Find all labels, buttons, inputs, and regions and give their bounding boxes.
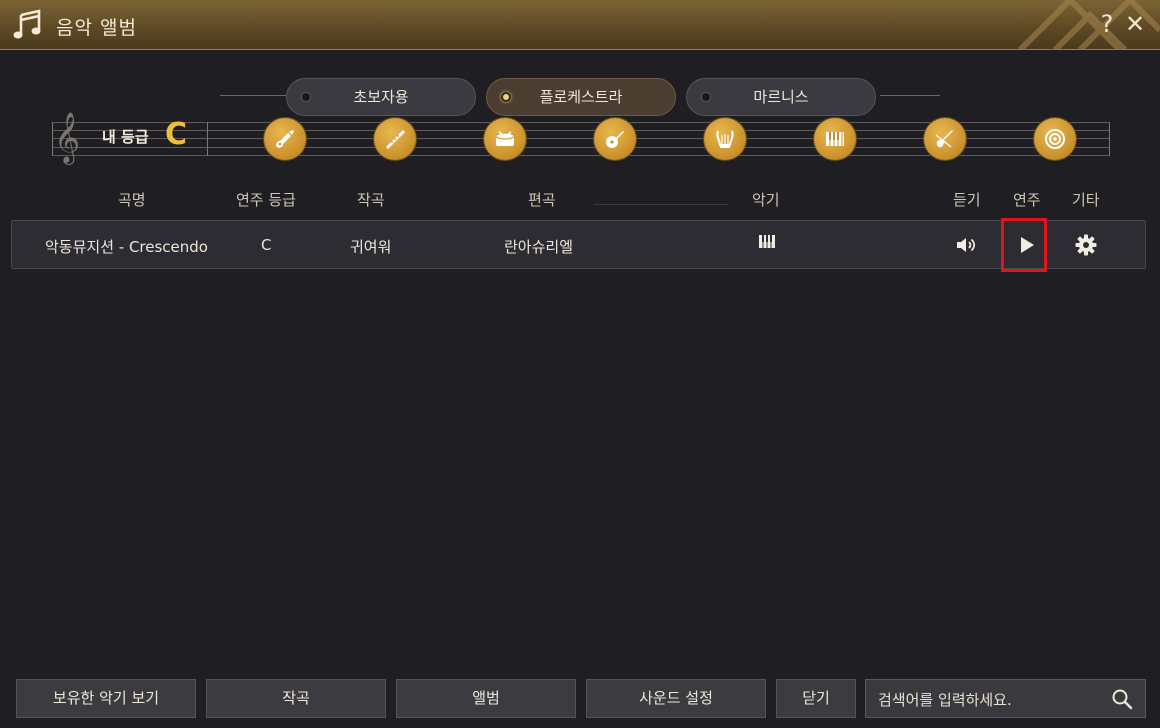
owned-instruments-button[interactable]: 보유한 악기 보기: [16, 679, 196, 718]
tab-marnis[interactable]: 마르니스: [686, 78, 876, 116]
tab-plorchestra[interactable]: 플로케스트라: [486, 78, 676, 116]
instrument-filter-drum[interactable]: [484, 118, 526, 160]
header-divider: [594, 204, 728, 205]
header-composer: 작곡: [357, 191, 385, 209]
play-button-highlight: [1001, 218, 1047, 272]
cell-composer: 귀여워: [350, 238, 392, 256]
window-title: 음악 앨범: [56, 17, 137, 39]
lyre-icon: [716, 130, 734, 148]
instrument-filter-violin[interactable]: [924, 118, 966, 160]
table-row[interactable]: 악동뮤지션 - Crescendo C 귀여워 란아슈리엘: [11, 220, 1146, 269]
header-song: 곡명: [118, 191, 146, 209]
instrument-staff: 𝄞 내 등급 C: [52, 112, 1110, 163]
header-play: 연주: [1013, 191, 1041, 209]
radio-dot-icon: [301, 92, 311, 102]
tab-ornament-left: [220, 95, 286, 96]
search-input[interactable]: [876, 680, 1100, 719]
album-button[interactable]: 앨범: [396, 679, 576, 718]
drum-icon: [495, 131, 515, 146]
lute-icon: [606, 131, 624, 148]
header-grade: 연주 등급: [236, 191, 296, 209]
flute-icon: [386, 130, 405, 149]
header-instrument: 악기: [752, 191, 780, 209]
close-window-button[interactable]: ✕: [1122, 9, 1148, 39]
instrument-filter-drum-pad[interactable]: [1034, 118, 1076, 160]
gear-icon[interactable]: [1074, 233, 1098, 257]
violin-icon: [935, 130, 953, 148]
search-icon[interactable]: [1111, 688, 1133, 710]
drum-pad-icon: [1045, 129, 1065, 149]
radio-dot-icon: [701, 92, 711, 102]
radio-dot-icon: [501, 92, 511, 102]
title-bar: 음악 앨범 ? ✕: [0, 0, 1160, 50]
cell-grade: C: [261, 236, 272, 254]
compose-button[interactable]: 작곡: [206, 679, 386, 718]
header-etc: 기타: [1072, 191, 1100, 209]
instrument-filter-guitar[interactable]: [264, 118, 306, 160]
piano-icon: [759, 235, 775, 248]
category-tabs: 초보자용 플로케스트라 마르니스: [20, 63, 1140, 123]
album-panel: 초보자용 플로케스트라 마르니스 𝄞 내 등급 C 곡명 연주 등급 작곡 편곡…: [0, 50, 1160, 728]
header-arranger: 편곡: [528, 191, 556, 209]
cell-arranger: 란아슈리엘: [504, 238, 574, 256]
tab-beginner[interactable]: 초보자용: [286, 78, 476, 116]
help-button[interactable]: ?: [1094, 9, 1120, 39]
instrument-filter-lute[interactable]: [594, 118, 636, 160]
treble-clef-icon: 𝄞: [54, 112, 81, 163]
instrument-filter-flute[interactable]: [374, 118, 416, 160]
instrument-filter-piano[interactable]: [814, 118, 856, 160]
sound-settings-button[interactable]: 사운드 설정: [586, 679, 766, 718]
tab-ornament-right: [880, 95, 940, 96]
guitar-icon: [276, 130, 294, 148]
header-listen: 듣기: [953, 191, 981, 209]
search-box: [865, 679, 1146, 719]
my-grade-value: C: [165, 117, 188, 152]
instrument-filter-lyre[interactable]: [704, 118, 746, 160]
music-note-icon: [13, 9, 41, 39]
my-grade-label: 내 등급: [102, 128, 149, 146]
speaker-listen-icon[interactable]: [954, 233, 978, 257]
cell-song: 악동뮤지션 - Crescendo: [45, 238, 208, 256]
close-button[interactable]: 닫기: [776, 679, 856, 718]
piano-icon: [826, 132, 844, 146]
